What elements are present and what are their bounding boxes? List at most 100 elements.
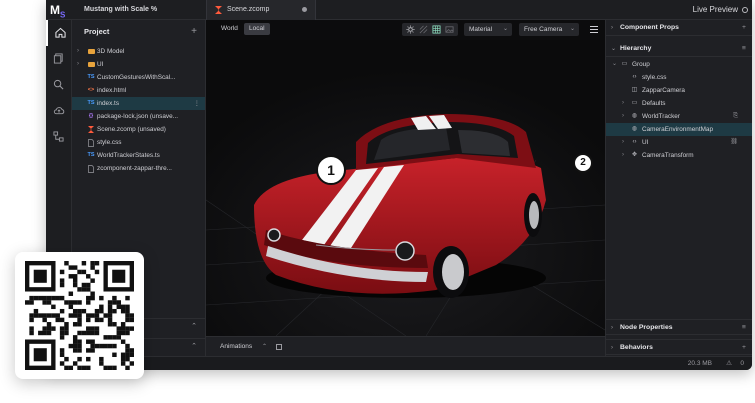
code-icon: ‹› <box>632 139 637 145</box>
file-item[interactable]: Scene.zcomp (unsaved) <box>72 123 205 136</box>
cloud-upload-icon <box>53 107 65 115</box>
hotspot-marker-1[interactable]: 1 <box>316 155 346 185</box>
file-icon <box>86 162 96 175</box>
scene-viewport[interactable]: World Local Material ⌄ Free Camera ⌄ 1 2 <box>206 20 605 336</box>
hotspot-marker-2[interactable]: 2 <box>573 153 593 173</box>
link-icon[interactable]: ⛓ <box>730 136 738 149</box>
image-icon[interactable] <box>445 25 454 34</box>
hierarchy-node-label: WorldTracker <box>642 113 680 120</box>
unsaved-dot-icon[interactable] <box>302 7 307 12</box>
add-file-button[interactable]: + <box>191 20 197 44</box>
local-space-toggle[interactable]: Local <box>244 23 270 35</box>
chevron-right-icon[interactable]: › <box>622 110 624 123</box>
chevron-right-icon: › <box>611 345 613 351</box>
attachment-icon[interactable]: ⎘ <box>733 110 738 123</box>
hierarchy-node[interactable]: ◫ ZapparCamera <box>606 84 752 97</box>
car-scene[interactable] <box>206 40 605 336</box>
chevron-up-icon[interactable]: ⌃ <box>262 337 267 357</box>
folder-icon: ▭ <box>631 100 638 106</box>
hierarchy-node[interactable]: › ✥ CameraTransform <box>606 149 752 162</box>
typescript-file-icon: TS <box>87 74 95 80</box>
live-preview-status-icon <box>742 7 748 13</box>
file-item[interactable]: TS index.ts ⋮ <box>72 97 205 110</box>
hierarchy-node[interactable]: ⌄ ▭ Group <box>606 58 752 71</box>
hierarchy-node[interactable]: › ‹› UI ⛓ <box>606 136 752 149</box>
chevron-down-icon: ⌄ <box>502 26 508 32</box>
hierarchy-node-label: style.css <box>642 74 667 81</box>
file-item[interactable]: › UI <box>72 58 205 71</box>
node-properties-section[interactable]: › Node Properties ≡ <box>606 319 752 335</box>
shading-mode-select[interactable]: Material ⌄ <box>464 23 512 36</box>
project-panel-title: Project <box>84 27 110 36</box>
hierarchy-menu-button[interactable]: ≡ <box>742 41 746 57</box>
globe-icon: ◍ <box>631 113 638 119</box>
chevron-right-icon: › <box>611 325 613 331</box>
chevron-down-icon: ⌄ <box>611 46 617 52</box>
warning-icon[interactable]: ⚠ <box>726 357 732 370</box>
project-panel-header: Project + <box>72 20 205 44</box>
file-icon <box>86 136 96 149</box>
file-item-label: Scene.zcomp (unsaved) <box>97 126 166 133</box>
home-icon <box>55 27 66 38</box>
hierarchy-node[interactable]: › ◍ WorldTracker ⎘ <box>606 110 752 123</box>
more-options-icon[interactable]: ⋮ <box>194 97 200 110</box>
hierarchy-tree: ⌄ ▭ Group ‹› style.css ◫ ZapparCamera › ▭ Default… <box>606 58 752 162</box>
hierarchy-section[interactable]: ⌄ Hierarchy ≡ <box>606 41 752 57</box>
hierarchy-node[interactable]: ◍ CameraEnvironmentMap <box>606 123 752 136</box>
chevron-down-icon[interactable]: ⌄ <box>612 58 617 71</box>
world-space-toggle[interactable]: World <box>216 23 243 35</box>
pop-out-icon[interactable] <box>276 344 282 350</box>
file-item[interactable]: style.css <box>72 136 205 149</box>
qr-code-image[interactable] <box>25 261 134 370</box>
tab-label: Scene.zcomp <box>227 6 270 13</box>
tab-scene-zcomp[interactable]: Scene.zcomp <box>206 0 316 20</box>
move-icon: ✥ <box>631 152 638 158</box>
chevron-right-icon[interactable]: › <box>622 149 624 162</box>
file-item-label: UI <box>97 61 104 68</box>
sun-icon[interactable] <box>406 25 415 34</box>
home-button[interactable] <box>46 20 72 46</box>
file-item[interactable]: {} package-lock.json (unsave... <box>72 110 205 123</box>
grid-icon[interactable] <box>432 25 441 34</box>
files-button[interactable] <box>46 46 72 72</box>
wireframe-icon[interactable] <box>419 25 428 34</box>
chevron-right-icon[interactable]: › <box>77 45 79 58</box>
file-item-label: style.css <box>97 139 122 146</box>
file-item[interactable]: TS CustomGesturesWithScal... <box>72 71 205 84</box>
hierarchy-node[interactable]: ‹› style.css <box>606 71 752 84</box>
file-item-label: 3D Model <box>97 48 125 55</box>
publish-button[interactable] <box>46 98 72 124</box>
hierarchy-tool-button[interactable] <box>46 124 72 150</box>
nodes-icon <box>53 131 64 142</box>
camera-mode-select[interactable]: Free Camera ⌄ <box>519 23 579 36</box>
behaviors-section[interactable]: › Behaviors + <box>606 339 752 355</box>
chevron-right-icon: › <box>611 25 613 31</box>
file-item[interactable]: › 3D Model <box>72 45 205 58</box>
camera-icon: ◫ <box>631 87 638 93</box>
chevron-down-icon: ⌄ <box>569 26 575 32</box>
chevron-up-icon[interactable]: ⌃ <box>191 342 197 350</box>
node-properties-menu-button[interactable]: ≡ <box>742 320 746 336</box>
file-item[interactable]: <> index.html <box>72 84 205 97</box>
html-file-icon: <> <box>87 87 95 93</box>
file-item[interactable]: TS WorldTrackerStates.ts <box>72 149 205 162</box>
chevron-right-icon[interactable]: › <box>622 97 624 110</box>
shading-mode-value: Material <box>469 26 493 33</box>
add-behavior-button[interactable]: + <box>742 340 746 356</box>
viewport-menu-icon[interactable] <box>590 26 598 33</box>
hierarchy-node-label: UI <box>642 139 649 146</box>
live-preview-button[interactable]: Live Preview <box>693 0 738 20</box>
animations-label[interactable]: Animations <box>220 337 252 357</box>
folder-icon: ▭ <box>621 61 628 67</box>
globe-icon: ◍ <box>631 126 638 132</box>
chevron-up-icon[interactable]: ⌃ <box>191 322 197 330</box>
app-logo[interactable]: MS <box>50 2 70 19</box>
component-props-section[interactable]: › Component Props + <box>606 20 752 36</box>
chevron-right-icon[interactable]: › <box>622 136 624 149</box>
hierarchy-node[interactable]: › ▭ Defaults <box>606 97 752 110</box>
chevron-right-icon[interactable]: › <box>77 58 79 71</box>
file-item[interactable]: zcomponent-zappar-thre... <box>72 162 205 175</box>
hierarchy-node-label: CameraEnvironmentMap <box>642 126 714 133</box>
add-component-button[interactable]: + <box>742 20 746 36</box>
search-button[interactable] <box>46 72 72 98</box>
